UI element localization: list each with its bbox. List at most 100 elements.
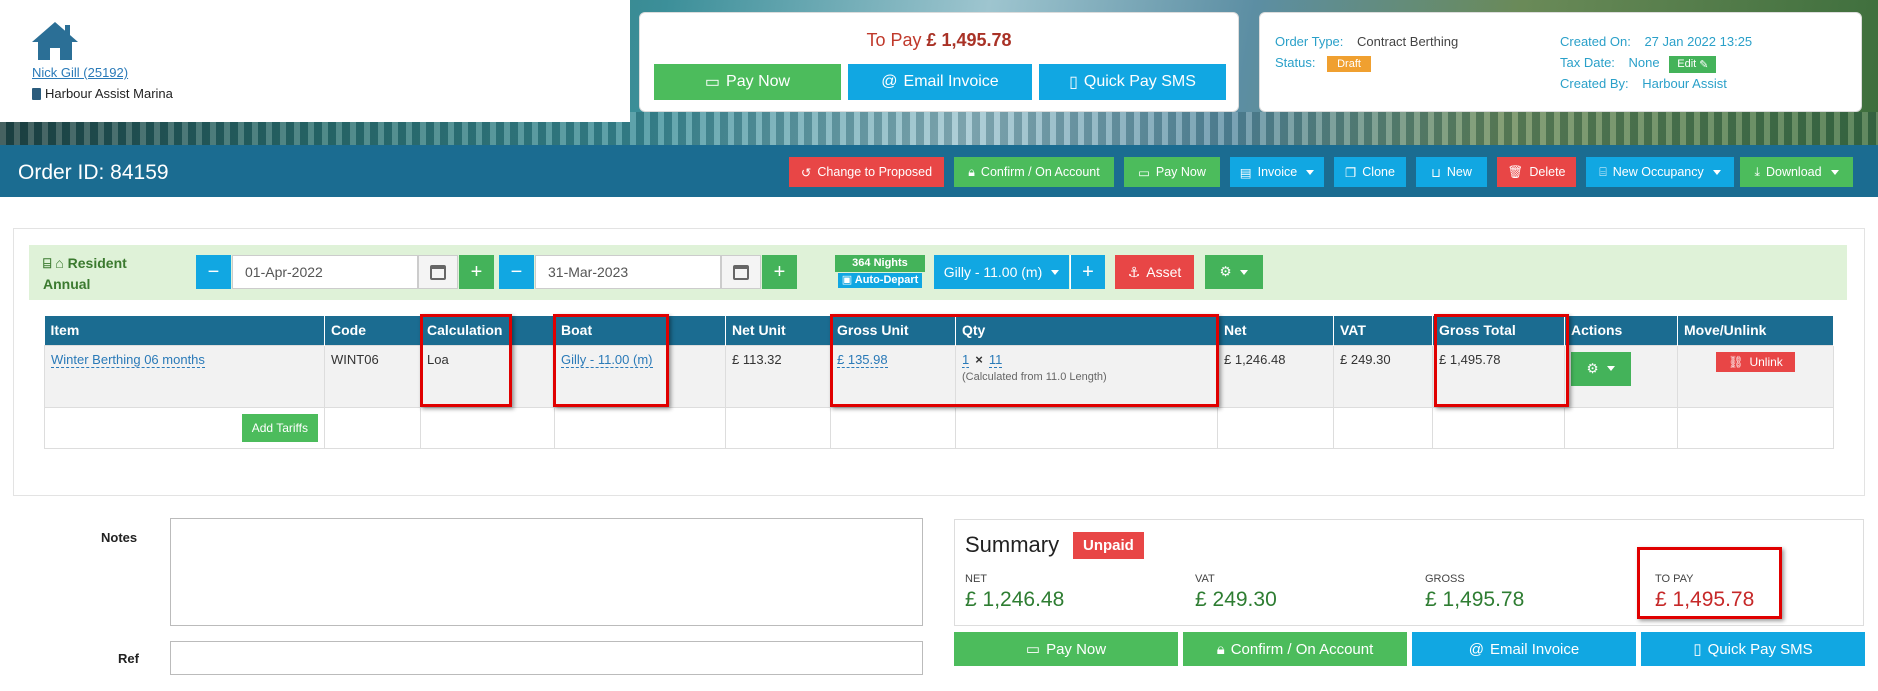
start-date-decrement-button[interactable]: − bbox=[196, 255, 231, 289]
qty-note: (Calculated from 11.0 Length) bbox=[962, 370, 1107, 383]
mobile-icon: ▯ bbox=[1693, 641, 1702, 658]
summary-sms-label: Quick Pay SMS bbox=[1707, 640, 1813, 658]
tax-date-label: Tax Date: bbox=[1560, 55, 1615, 70]
net-cell: £ 1,246.48 bbox=[1217, 344, 1334, 408]
auto-depart-badge: ▣ Auto-Depart bbox=[838, 273, 922, 288]
column-header[interactable]: Boat bbox=[554, 316, 726, 345]
pencil-icon: ✎ bbox=[1699, 58, 1709, 71]
unlink-label: Unlink bbox=[1749, 354, 1783, 369]
edit-tax-date-button[interactable]: Edit ✎ bbox=[1669, 55, 1717, 73]
tax-date-value: None bbox=[1628, 55, 1660, 70]
summary-email-invoice-button[interactable]: @ Email Invoice bbox=[1412, 632, 1636, 666]
to-pay-amount: £ 1,495.78 bbox=[926, 30, 1012, 50]
qty-length-link[interactable]: 11 bbox=[988, 351, 1003, 368]
created-on-value: 27 Jan 2022 13:25 bbox=[1644, 34, 1753, 49]
confirm-on-account-button[interactable]: 🔒︎ Confirm / On Account bbox=[954, 157, 1114, 187]
column-header[interactable]: Net Unit bbox=[725, 316, 831, 345]
invoice-dropdown-button[interactable]: ▤ Invoice bbox=[1230, 157, 1324, 187]
end-date-calendar-button[interactable] bbox=[721, 255, 761, 289]
end-date-input[interactable]: 31-Mar-2023 bbox=[535, 255, 721, 289]
column-header[interactable]: Actions bbox=[1564, 316, 1678, 345]
unlink-icon: ⛓︎ bbox=[1728, 354, 1744, 369]
end-date-decrement-button[interactable]: − bbox=[499, 255, 534, 289]
boat-link[interactable]: Gilly - 11.00 (m) bbox=[561, 351, 653, 368]
unlink-button[interactable]: ⛓︎ Unlink bbox=[1716, 351, 1795, 372]
qty-cell: 1 × 11 (Calculated from 11.0 Length) bbox=[955, 344, 1218, 408]
to-pay-summary: To Pay £ 1,495.78 bbox=[640, 30, 1238, 51]
add-tariffs-button[interactable]: Add Tariffs bbox=[241, 413, 318, 442]
qty-multiplier-link[interactable]: 1 bbox=[962, 351, 970, 368]
end-date-increment-button[interactable]: + bbox=[762, 255, 797, 289]
summary-confirm-on-account-button[interactable]: 🔒︎ Confirm / On Account bbox=[1183, 632, 1407, 666]
row-actions-dropdown[interactable]: ⚙ bbox=[1571, 351, 1631, 386]
download-dropdown-button[interactable]: ⤓ Download bbox=[1740, 157, 1853, 187]
cash-icon: ▭ bbox=[704, 74, 721, 91]
column-header[interactable]: Calculation bbox=[420, 316, 555, 345]
gross-unit-link[interactable]: £ 135.98 bbox=[837, 351, 888, 368]
column-header[interactable]: Gross Unit bbox=[830, 316, 956, 345]
start-date-input[interactable]: 01-Apr-2022 bbox=[232, 255, 418, 289]
summary-to-pay: TO PAY £ 1,495.78 bbox=[1655, 573, 1754, 612]
chevron-down-icon bbox=[1830, 169, 1839, 175]
chevron-down-icon bbox=[1607, 366, 1616, 371]
house-icon: ⌂ bbox=[55, 255, 64, 271]
new-button[interactable]: ⊔ New bbox=[1416, 157, 1487, 187]
column-header[interactable]: Gross Total bbox=[1432, 316, 1565, 345]
minus-icon: − bbox=[510, 260, 523, 283]
pay-now-button[interactable]: ▭ Pay Now bbox=[654, 64, 841, 100]
customer-name-link[interactable]: Nick Gill (25192) bbox=[32, 65, 128, 80]
email-invoice-button[interactable]: @ Email Invoice bbox=[848, 64, 1032, 100]
edit-label: Edit bbox=[1677, 58, 1697, 70]
summary-gross-value: £ 1,495.78 bbox=[1425, 588, 1525, 611]
start-date-calendar-button[interactable] bbox=[418, 255, 458, 289]
summary-confirm-label: Confirm / On Account bbox=[1230, 640, 1374, 658]
calendar-icon bbox=[733, 264, 749, 280]
times-icon: × bbox=[975, 351, 983, 367]
gross-unit-cell: £ 135.98 bbox=[830, 344, 956, 408]
occupancy-type-line1: Resident bbox=[67, 255, 127, 271]
delete-button[interactable]: 🗑︎ Delete bbox=[1497, 157, 1576, 187]
asset-button[interactable]: ⚓︎ Asset bbox=[1115, 255, 1194, 289]
column-header[interactable]: VAT bbox=[1333, 316, 1433, 345]
occupancy-settings-dropdown[interactable]: ⚙ bbox=[1205, 255, 1263, 289]
building-icon bbox=[32, 87, 41, 100]
summary-vat-label: VAT bbox=[1195, 573, 1215, 585]
summary-gross: GROSS £ 1,495.78 bbox=[1425, 573, 1524, 612]
notes-textarea[interactable] bbox=[170, 518, 923, 626]
chevron-down-icon bbox=[1240, 269, 1249, 275]
start-date-increment-button[interactable]: + bbox=[459, 255, 494, 289]
document-icon: ▤ bbox=[1239, 165, 1252, 180]
occupancy-type: ⌸ ⌂ Resident Annual bbox=[43, 253, 127, 295]
column-header[interactable]: Net bbox=[1217, 316, 1334, 345]
new-occupancy-label: New Occupancy bbox=[1612, 165, 1704, 179]
column-header[interactable]: Qty bbox=[955, 316, 1218, 345]
add-boat-button[interactable]: + bbox=[1070, 255, 1105, 289]
summary-actions: ▭ Pay Now 🔒︎ Confirm / On Account @ Email I… bbox=[954, 632, 1865, 666]
at-icon: @ bbox=[1468, 640, 1485, 658]
ref-input[interactable] bbox=[170, 641, 923, 675]
boat-select[interactable]: Gilly - 11.00 (m) bbox=[934, 255, 1069, 289]
summary-pay-now-button[interactable]: ▭ Pay Now bbox=[954, 632, 1178, 666]
home-icon[interactable] bbox=[30, 20, 80, 62]
column-header[interactable]: Move/Unlink bbox=[1677, 316, 1834, 345]
customer-card: Nick Gill (25192) Harbour Assist Marina bbox=[0, 0, 630, 122]
column-header[interactable]: Code bbox=[324, 316, 421, 345]
summary-to-pay-value: £ 1,495.78 bbox=[1655, 588, 1755, 611]
item-link[interactable]: Winter Berthing 06 months bbox=[51, 351, 205, 368]
created-by: Created By: Harbour Assist bbox=[1560, 76, 1727, 91]
clone-button[interactable]: ❐ Clone bbox=[1334, 157, 1406, 187]
new-occupancy-dropdown-button[interactable]: ⌸ New Occupancy bbox=[1586, 157, 1734, 187]
invoice-label: Invoice bbox=[1257, 165, 1298, 179]
delete-label: Delete bbox=[1529, 165, 1566, 179]
column-header[interactable]: Item bbox=[44, 316, 325, 345]
toolbar-pay-now-button[interactable]: ▭ Pay Now bbox=[1124, 157, 1220, 187]
quick-pay-sms-button[interactable]: ▯ Quick Pay SMS bbox=[1039, 64, 1226, 100]
nights-count: 364 Nights bbox=[835, 255, 925, 272]
summary-quick-pay-sms-button[interactable]: ▯ Quick Pay SMS bbox=[1641, 632, 1865, 666]
bed-icon: ⌸ bbox=[43, 255, 52, 271]
payment-actions: ▭ Pay Now @ Email Invoice ▯ Quick Pay SMS bbox=[654, 64, 1226, 100]
toolbar-pay-now-label: Pay Now bbox=[1155, 165, 1206, 179]
chevron-down-icon bbox=[1306, 169, 1315, 175]
change-to-proposed-button[interactable]: ↺ Change to Proposed bbox=[789, 157, 944, 187]
lock-icon: 🔒︎ bbox=[1216, 640, 1225, 658]
